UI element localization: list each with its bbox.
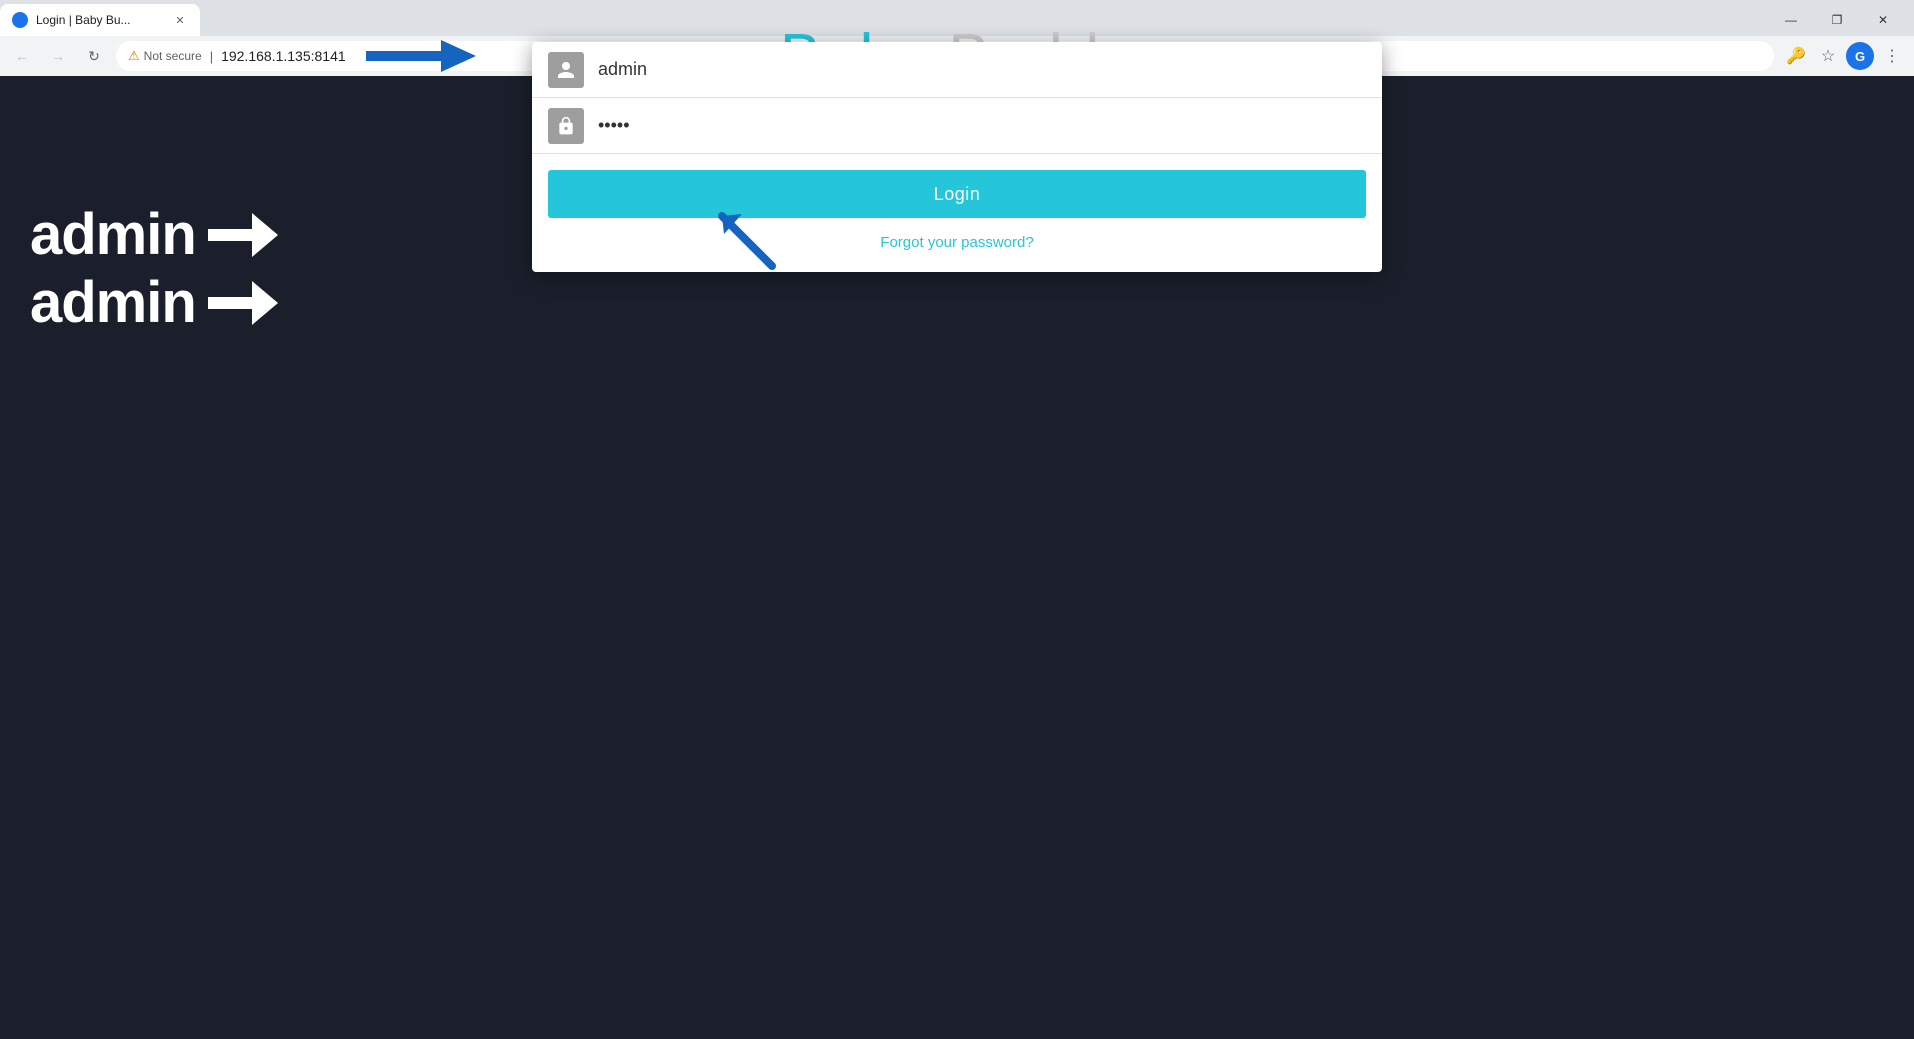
forgot-password-row: Forgot your password? [532, 234, 1382, 272]
password-field-group [532, 98, 1382, 154]
url-text: 192.168.1.135:8141 [221, 48, 346, 64]
password-hint-arrow [208, 281, 278, 325]
close-button[interactable]: ✕ [1860, 2, 1906, 38]
forgot-password-link[interactable]: Forgot your password? [880, 234, 1033, 251]
forward-button[interactable]: → [44, 42, 72, 70]
address-arrow-annotation [366, 40, 476, 72]
minimize-button[interactable]: — [1768, 2, 1814, 38]
credential-hints: admin admin [30, 206, 278, 332]
username-hint-row: admin [30, 206, 278, 264]
username-input[interactable] [598, 42, 1366, 97]
not-secure-label: Not secure [144, 49, 202, 63]
menu-icon[interactable]: ⋮ [1878, 42, 1906, 70]
page-content: Baby Buddy admin admin [0, 76, 1914, 1039]
key-icon[interactable]: 🔑 [1782, 42, 1810, 70]
login-button-arrow [712, 206, 782, 272]
url-separator: | [210, 49, 213, 64]
login-card: Login Forgot your password? [532, 42, 1382, 272]
login-button[interactable]: Login [548, 170, 1366, 218]
tab-close-button[interactable]: ✕ [172, 12, 188, 28]
password-input[interactable] [598, 98, 1366, 153]
reload-button[interactable]: ↻ [80, 42, 108, 70]
active-tab[interactable]: Login | Baby Bu... ✕ [0, 4, 200, 36]
username-field-group [532, 42, 1382, 98]
tab-favicon [12, 12, 28, 28]
password-hint-text: admin [30, 274, 196, 332]
password-hint-row: admin [30, 274, 278, 332]
user-icon [548, 52, 584, 88]
back-button[interactable]: ← [8, 42, 36, 70]
restore-button[interactable]: ❐ [1814, 2, 1860, 38]
window-controls: — ❐ ✕ [1768, 2, 1914, 38]
profile-avatar[interactable]: G [1846, 42, 1874, 70]
lock-icon [548, 108, 584, 144]
toolbar-icons: 🔑 ☆ G ⋮ [1782, 42, 1906, 70]
username-hint-arrow [208, 213, 278, 257]
not-secure-indicator: ⚠ Not secure [128, 48, 202, 64]
username-hint-text: admin [30, 206, 196, 264]
bookmark-icon[interactable]: ☆ [1814, 42, 1842, 70]
tab-title: Login | Baby Bu... [36, 13, 164, 27]
warning-icon: ⚠ [128, 48, 140, 64]
